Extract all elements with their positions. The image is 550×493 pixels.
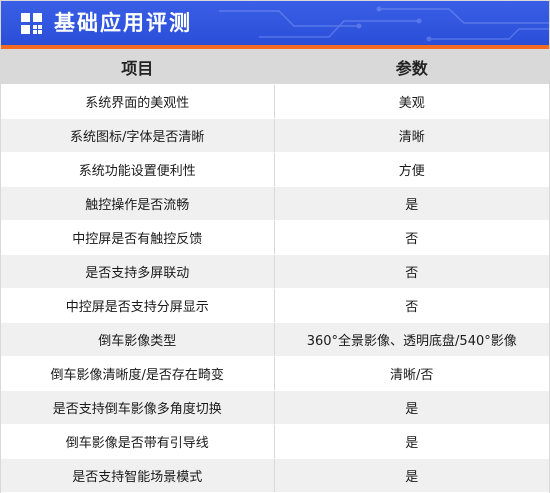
item-cell: 系统界面的美观性 xyxy=(1,85,275,118)
item-cell: 倒车影像清晰度/是否存在畸变 xyxy=(1,357,275,390)
value-cell: 是 xyxy=(405,402,419,417)
table-row: 倒车影像类型 360°全景影像、透明底盘/540°影像 xyxy=(1,323,549,357)
spec-table: 项目 参数 系统界面的美观性 美观 系统图标/字体是否清晰 清晰 系统功能设置便… xyxy=(1,49,549,493)
table-row: 中控屏是否有触控反馈 否 xyxy=(1,221,549,255)
column-header-value: 参数 xyxy=(395,58,428,78)
value-cell: 方便 xyxy=(398,164,425,179)
item-cell: 中控屏是否支持分屏显示 xyxy=(1,289,275,322)
table-row: 倒车影像清晰度/是否存在畸变 清晰/否 xyxy=(1,357,549,391)
table-row: 是否支持智能场景模式 是 xyxy=(1,459,549,493)
value-cell: 是 xyxy=(405,436,419,451)
title-bar: 基础应用评测 xyxy=(1,1,549,45)
column-header-item: 项目 xyxy=(1,49,275,84)
page-title: 基础应用评测 xyxy=(54,11,192,35)
value-cell: 是 xyxy=(405,198,419,213)
item-cell: 触控操作是否流畅 xyxy=(1,187,275,220)
value-cell: 清晰 xyxy=(398,130,425,145)
grid-squares-icon xyxy=(21,13,42,34)
value-cell: 否 xyxy=(405,232,419,247)
table-row: 是否支持倒车影像多角度切换 是 xyxy=(1,391,549,425)
table-header-row: 项目 参数 xyxy=(1,49,549,85)
table-row: 中控屏是否支持分屏显示 否 xyxy=(1,289,549,323)
table-row: 倒车影像是否带有引导线 是 xyxy=(1,425,549,459)
table-row: 系统图标/字体是否清晰 清晰 xyxy=(1,119,549,153)
value-cell: 美观 xyxy=(398,96,425,111)
item-cell: 是否支持多屏联动 xyxy=(1,255,275,288)
item-cell: 中控屏是否有触控反馈 xyxy=(1,221,275,254)
value-cell: 清晰/否 xyxy=(390,368,434,383)
value-cell: 是 xyxy=(405,470,419,485)
circuit-pattern-decoration xyxy=(219,6,549,42)
item-cell: 是否支持倒车影像多角度切换 xyxy=(1,391,275,424)
table-row: 触控操作是否流畅 是 xyxy=(1,187,549,221)
item-cell: 倒车影像类型 xyxy=(1,323,275,356)
value-cell: 否 xyxy=(405,300,419,315)
value-cell: 否 xyxy=(405,266,419,281)
table-row: 系统界面的美观性 美观 xyxy=(1,85,549,119)
item-cell: 是否支持智能场景模式 xyxy=(1,459,275,492)
item-cell: 系统功能设置便利性 xyxy=(1,153,275,186)
table-row: 是否支持多屏联动 否 xyxy=(1,255,549,289)
item-cell: 倒车影像是否带有引导线 xyxy=(1,425,275,458)
evaluation-card: 基础应用评测 项目 参数 系统界面的美观性 美观 系统图标/字体是否清晰 清晰 … xyxy=(0,0,550,493)
value-cell: 360°全景影像、透明底盘/540°影像 xyxy=(306,334,517,349)
table-row: 系统功能设置便利性 方便 xyxy=(1,153,549,187)
item-cell: 系统图标/字体是否清晰 xyxy=(1,119,275,152)
